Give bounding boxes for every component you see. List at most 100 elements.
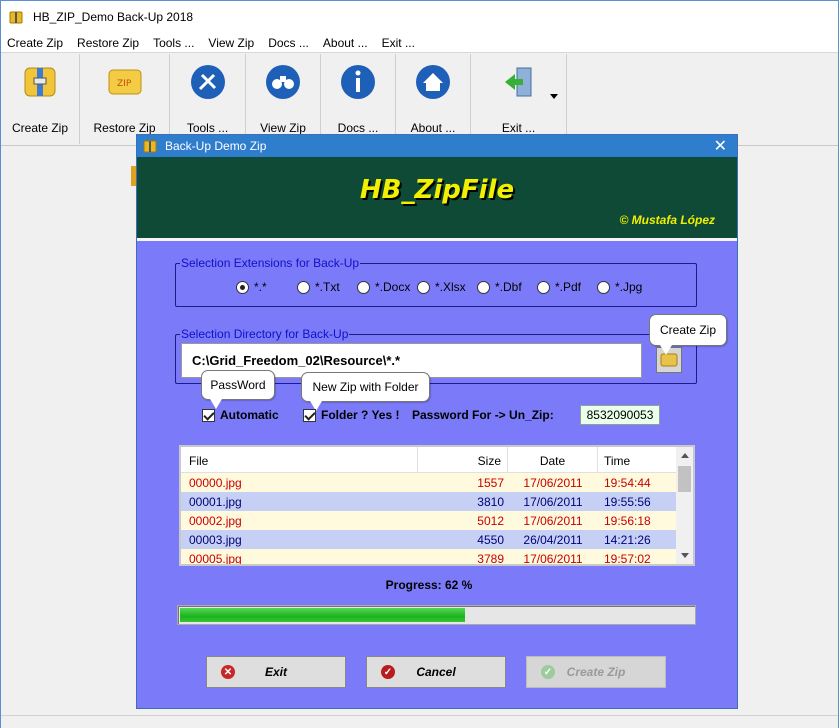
radio-ext-jpg[interactable]: *.Jpg xyxy=(597,280,642,294)
cell-size: 4550 xyxy=(477,532,504,547)
toolbar-view-zip-label: View Zip xyxy=(260,121,306,135)
create-zip-button[interactable]: ✓ Create Zip xyxy=(526,656,666,688)
toolbar-tools-button[interactable]: Tools ... xyxy=(170,54,246,144)
cancel-button-label: Cancel xyxy=(416,665,456,679)
directory-group-legend: Selection Directory for Back-Up xyxy=(180,327,350,341)
toolbar-restore-zip-label: Restore Zip xyxy=(93,121,156,135)
tooltip-password-text: PassWord xyxy=(210,378,266,392)
checkbox-box[interactable] xyxy=(202,408,215,422)
dialog-close-icon[interactable]: ✕ xyxy=(714,136,727,156)
scroll-thumb[interactable] xyxy=(678,466,691,492)
radio-circle[interactable] xyxy=(357,280,370,294)
banner-divider xyxy=(137,238,737,241)
cell-file: 00000.jpg xyxy=(189,475,242,490)
menu-about[interactable]: About ... xyxy=(323,36,368,50)
toolbar-about-button[interactable]: About ... xyxy=(396,54,471,144)
menu-tools[interactable]: Tools ... xyxy=(153,36,194,50)
toolbar-about-label: About ... xyxy=(410,121,456,135)
tooltip-password: PassWord xyxy=(201,370,275,400)
table-row[interactable]: 00000.jpg 1557 17/06/2011 19:54:44 xyxy=(181,473,693,492)
tooltip-create-zip: Create Zip xyxy=(649,314,727,346)
create-zip-button-label: Create Zip xyxy=(566,665,626,679)
tooltip-create-zip-text: Create Zip xyxy=(659,323,717,337)
menu-bar: Create Zip Restore Zip Tools ... View Zi… xyxy=(1,33,838,53)
banner-title: HB_ZipFile xyxy=(359,175,515,205)
toolbar-create-zip-button[interactable]: Create Zip xyxy=(1,54,80,144)
folder-checkbox[interactable]: Folder ? Yes ! xyxy=(303,408,399,422)
menu-view-zip[interactable]: View Zip xyxy=(208,36,254,50)
column-header-file[interactable]: File xyxy=(181,447,418,472)
automatic-label: Automatic xyxy=(220,408,279,422)
menu-create-zip[interactable]: Create Zip xyxy=(7,36,63,50)
table-row[interactable]: 00005.jpg 3789 17/06/2011 19:57:02 xyxy=(181,549,693,566)
cell-time: 14:21:26 xyxy=(604,532,651,547)
radio-ext-pdf[interactable]: *.Pdf xyxy=(537,280,581,294)
cell-date: 17/06/2011 xyxy=(523,513,583,528)
cell-size: 3789 xyxy=(477,551,504,566)
cancel-button[interactable]: ✓ Cancel xyxy=(366,656,506,688)
file-list-scrollbar[interactable] xyxy=(676,447,693,564)
toolbar-docs-button[interactable]: Docs ... xyxy=(321,54,396,144)
cell-time: 19:57:02 xyxy=(604,551,651,566)
cell-file: 00001.jpg xyxy=(189,494,242,509)
radio-label: *.* xyxy=(254,280,267,294)
toolbar-exit-button[interactable]: Exit ... xyxy=(471,54,567,144)
password-label: Password For -> Un_Zip: xyxy=(412,408,554,422)
menu-docs[interactable]: Docs ... xyxy=(268,36,309,50)
radio-circle[interactable] xyxy=(477,280,490,294)
cell-size: 5012 xyxy=(477,513,504,528)
radio-ext-dbf[interactable]: *.Dbf xyxy=(477,280,522,294)
table-row[interactable]: 00002.jpg 5012 17/06/2011 19:56:18 xyxy=(181,511,693,530)
tools-icon xyxy=(190,65,225,99)
cell-file: 00003.jpg xyxy=(189,532,242,547)
radio-label: *.Txt xyxy=(315,280,340,294)
banner: HB_ZipFile © Mustafa López xyxy=(137,157,737,238)
table-row[interactable]: 00003.jpg 4550 26/04/2011 14:21:26 xyxy=(181,530,693,549)
radio-circle[interactable] xyxy=(236,280,249,294)
automatic-checkbox[interactable]: Automatic xyxy=(202,408,279,422)
scroll-down-icon[interactable] xyxy=(681,553,689,558)
file-list[interactable]: File Size Date Time 00000.jpg 1557 17/06… xyxy=(179,445,695,566)
scroll-up-icon[interactable] xyxy=(681,453,689,458)
tooltip-new-zip-folder: New Zip with Folder xyxy=(301,372,430,402)
radio-ext-txt[interactable]: *.Txt xyxy=(297,280,340,294)
tooltip-new-zip-folder-text: New Zip with Folder xyxy=(312,380,419,394)
column-header-date[interactable]: Date xyxy=(508,447,598,472)
progress-fill xyxy=(180,608,465,622)
column-header-time[interactable]: Time xyxy=(598,447,678,472)
zip-archive-icon xyxy=(24,67,56,97)
progress-label: Progress: 62 % xyxy=(385,578,473,592)
cell-date: 17/06/2011 xyxy=(523,475,583,490)
cell-date: 17/06/2011 xyxy=(523,494,583,509)
menu-exit[interactable]: Exit ... xyxy=(382,36,415,50)
dialog-title: Back-Up Demo Zip xyxy=(165,139,267,153)
toolbar-restore-zip-button[interactable]: ZIP Restore Zip xyxy=(80,54,170,144)
tooltip-tail xyxy=(660,345,672,355)
radio-circle[interactable] xyxy=(597,280,610,294)
dialog-title-bar: Back-Up Demo Zip ✕ xyxy=(137,135,737,157)
title-bar: HB_ZIP_Demo Back-Up 2018 xyxy=(1,1,838,33)
toolbar-create-zip-label: Create Zip xyxy=(11,121,69,135)
column-header-size[interactable]: Size xyxy=(418,447,508,472)
toolbar-docs-label: Docs ... xyxy=(337,121,379,135)
radio-ext-docx[interactable]: *.Docx xyxy=(357,280,410,294)
menu-restore-zip[interactable]: Restore Zip xyxy=(77,36,139,50)
exit-button-label: Exit xyxy=(264,665,287,679)
radio-label: *.Jpg xyxy=(615,280,643,294)
cell-time: 19:56:18 xyxy=(604,513,651,528)
checkbox-box[interactable] xyxy=(303,408,316,422)
progress-bar xyxy=(177,605,696,625)
radio-ext-xlsx[interactable]: *.Xlsx xyxy=(417,280,466,294)
info-icon xyxy=(341,65,375,99)
radio-circle[interactable] xyxy=(297,280,310,294)
password-field[interactable]: 8532090053 xyxy=(580,405,660,425)
radio-circle[interactable] xyxy=(537,280,550,294)
table-row[interactable]: 00001.jpg 3810 17/06/2011 19:55:56 xyxy=(181,492,693,511)
radio-label: *.Pdf xyxy=(555,280,582,294)
toolbar-overflow-arrow-icon[interactable] xyxy=(550,94,558,99)
zip-app-icon xyxy=(9,11,23,24)
radio-circle[interactable] xyxy=(417,280,430,294)
radio-ext-all[interactable]: *.* xyxy=(236,280,267,294)
toolbar-view-zip-button[interactable]: View Zip xyxy=(246,54,321,144)
exit-button[interactable]: ✕ Exit xyxy=(206,656,346,688)
